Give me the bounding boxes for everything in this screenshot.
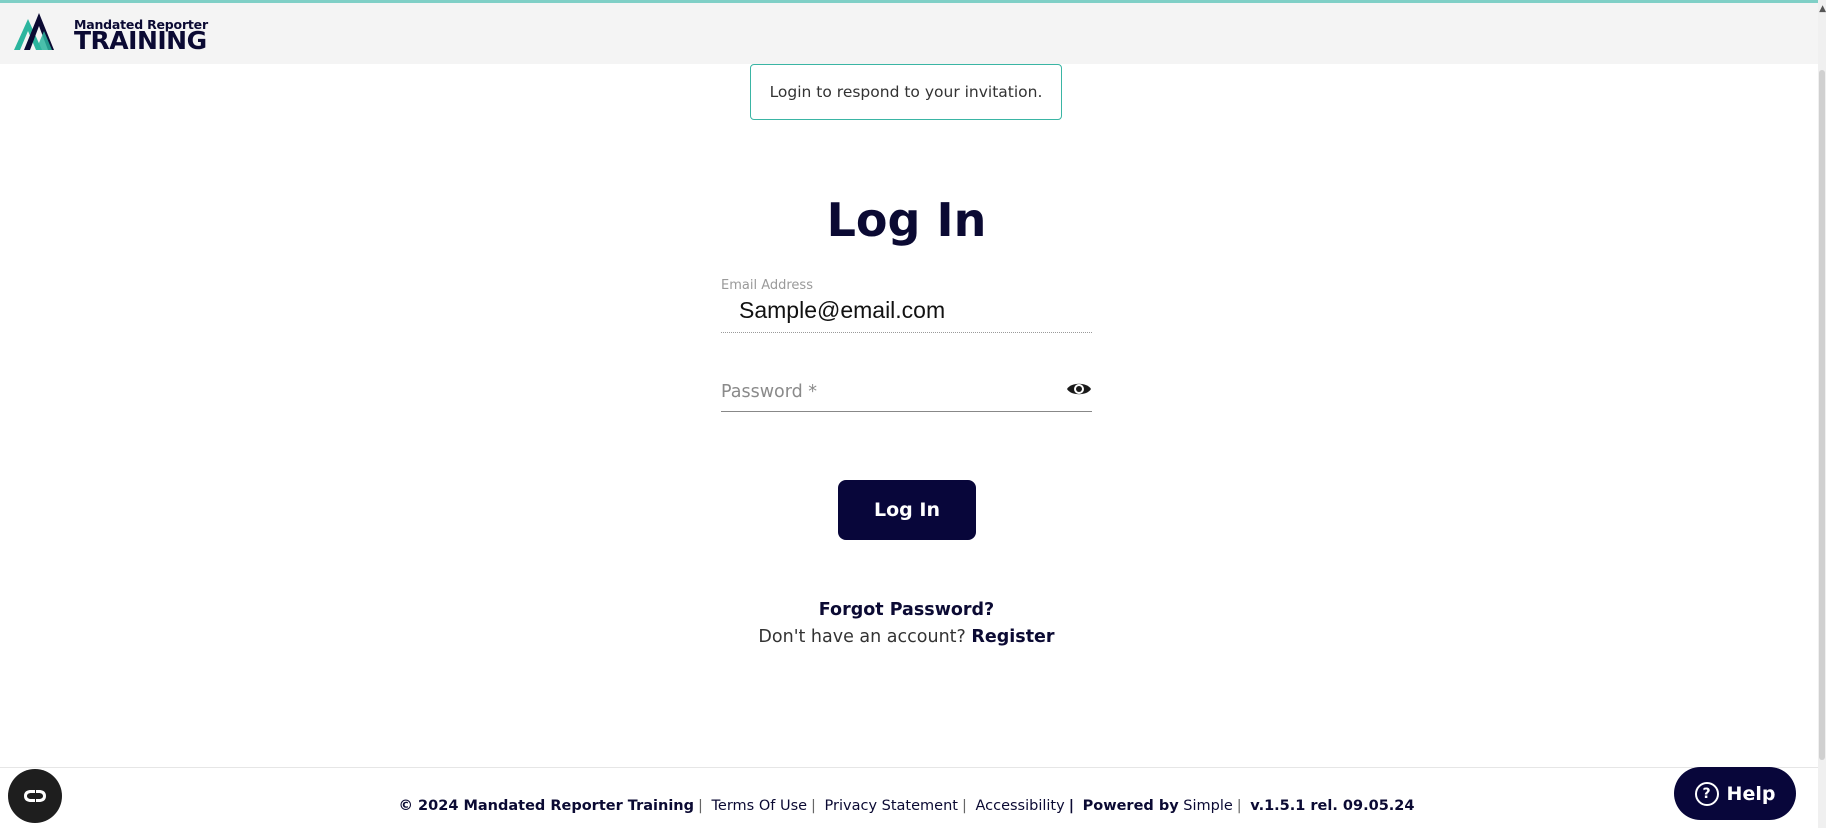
eye-icon[interactable] [1066, 380, 1092, 398]
footer-privacy-link[interactable]: Privacy Statement [825, 798, 958, 814]
invitation-notice-text: Login to respond to your invitation. [769, 83, 1043, 101]
help-button[interactable]: ? Help [1674, 767, 1796, 820]
forgot-password-link-row: Forgot Password? [0, 600, 1813, 620]
email-underline [721, 332, 1092, 333]
email-label: Email Address [721, 278, 813, 293]
help-button-label: Help [1726, 782, 1776, 805]
email-input[interactable]: Sample@email.com [739, 297, 945, 324]
scrollbar-thumb[interactable] [1819, 70, 1825, 760]
site-logo[interactable]: Mandated Reporter TRAINING [14, 9, 208, 55]
footer-links: © 2024 Mandated Reporter Training | Terms… [398, 798, 1415, 814]
site-footer: © 2024 Mandated Reporter Training | Terms… [0, 767, 1818, 829]
invitation-notice: Login to respond to your invitation. [750, 64, 1062, 120]
footer-powered-by: Powered by [1082, 798, 1179, 814]
page-scrollbar[interactable]: ▲ [1818, 0, 1826, 828]
page-title: Log In [826, 193, 987, 247]
footer-version: v.1.5.1 rel. 09.05.24 [1250, 798, 1415, 814]
question-icon: ? [1694, 781, 1719, 806]
footer-terms-link[interactable]: Terms Of Use [712, 798, 808, 814]
accessibility-icon [24, 790, 46, 802]
footer-powered-by-link[interactable]: Simple [1183, 798, 1233, 814]
register-row: Don't have an account? Register [0, 627, 1813, 647]
footer-copyright: © 2024 Mandated Reporter Training [398, 798, 695, 814]
accessibility-button[interactable] [8, 769, 62, 823]
email-field[interactable]: Email Address Sample@email.com [721, 278, 1092, 333]
password-input[interactable]: Password * [721, 382, 817, 402]
register-link[interactable]: Register [971, 627, 1054, 647]
site-header: Mandated Reporter TRAINING [0, 3, 1818, 64]
password-underline [721, 411, 1092, 412]
footer-accessibility-link[interactable]: Accessibility [975, 798, 1064, 814]
login-button[interactable]: Log In [838, 480, 976, 540]
forgot-password-link[interactable]: Forgot Password? [819, 600, 994, 620]
no-account-text: Don't have an account? [758, 627, 966, 647]
login-button-label: Log In [874, 499, 940, 521]
scroll-up-icon[interactable]: ▲ [1819, 4, 1826, 14]
logo-text-large: TRAINING [74, 26, 207, 55]
password-field[interactable]: Password * [721, 372, 1092, 412]
logo-mountain-icon [14, 13, 54, 50]
